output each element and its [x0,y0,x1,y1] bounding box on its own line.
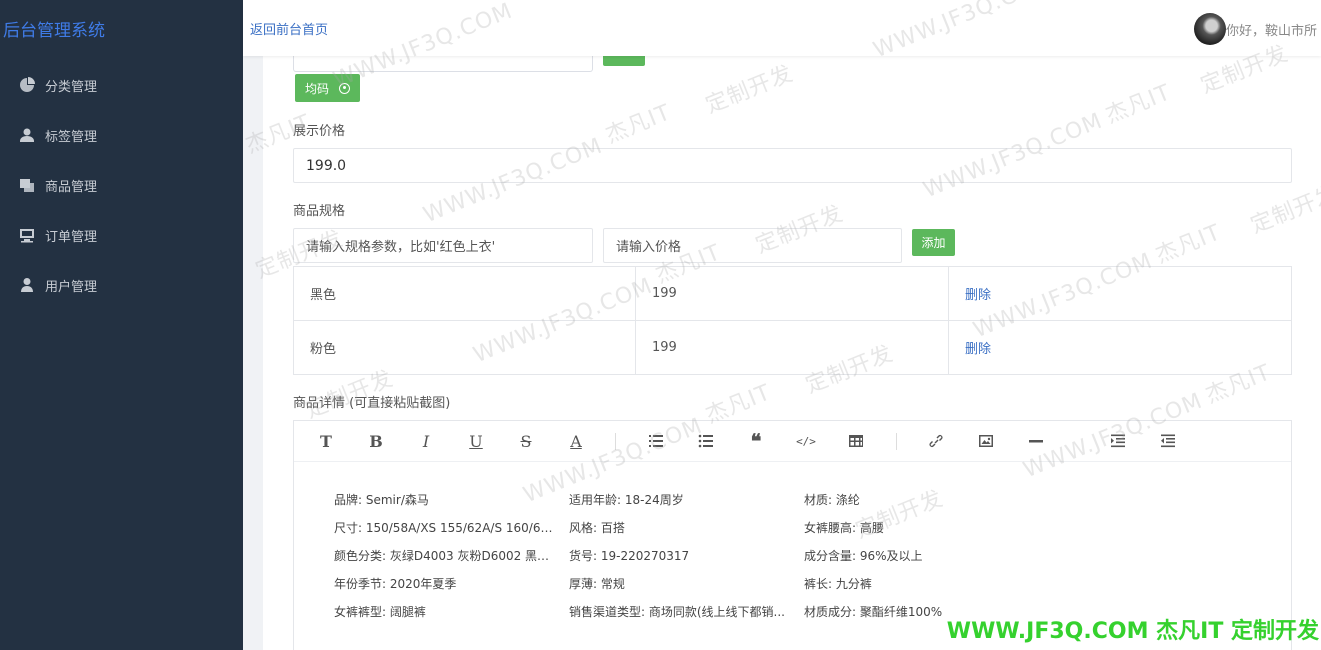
underline-icon[interactable]: U [464,430,488,452]
detail-attr: 女裤腰高: 高腰 [804,521,884,535]
table-icon[interactable] [844,430,868,452]
image-icon[interactable] [974,430,998,452]
detail-row: 颜色分类: 灰绿D4003 灰粉D6002 黑色... 货号: 19-22027… [334,547,974,575]
content-gutter [243,56,263,650]
avatar[interactable] [1193,13,1226,45]
spec-price-input[interactable]: 请输入价格 [603,228,902,263]
size-input-partial[interactable] [293,56,593,72]
sidebar-item-label: 商品管理 [45,179,98,195]
spec-name-cell: 黑色 [293,266,636,321]
ordered-list-icon[interactable] [644,430,668,452]
goods-icon [18,176,36,194]
user-icon [18,276,36,294]
category-icon [18,76,36,94]
detail-attr: 女裤裤型: 阔腿裤 [334,605,426,619]
display-price-input[interactable]: 199.0 [293,148,1292,183]
outdent-icon[interactable] [1156,430,1180,452]
detail-attr: 适用年龄: 18-24周岁 [569,493,684,507]
add-spec-button[interactable]: 添加 [912,229,955,256]
toolbar-divider [896,433,897,450]
size-tag[interactable]: 均码 [295,74,361,102]
detail-attr: 裤长: 九分裤 [804,577,872,591]
size-tag-label: 均码 [305,81,330,96]
sidebar-item-label: 标签管理 [45,129,98,145]
sidebar-item-users[interactable]: 用户管理 [0,260,243,310]
sidebar-item-tags[interactable]: 标签管理 [0,110,243,160]
table-row: 黑色 199 删除 [293,266,1292,321]
detail-attr: 品牌: Semir/森马 [334,493,429,507]
size-add-button-partial[interactable] [603,56,645,66]
title-icon[interactable]: T [314,430,338,452]
unordered-list-icon[interactable] [694,430,718,452]
detail-attr: 年份季节: 2020年夏季 [334,577,457,591]
detail-attr: 货号: 19-220270317 [569,549,690,563]
detail-attr: 尺寸: 150/58A/XS 155/62A/S 160/66A/... [334,521,569,535]
detail-row: 年份季节: 2020年夏季 厚薄: 常规 裤长: 九分裤 [334,575,974,603]
delete-spec-link[interactable]: 删除 [965,342,991,357]
display-price-label: 展示价格 [293,124,346,139]
toolbar-divider [615,433,616,450]
detail-attr: 厚薄: 常规 [569,577,625,591]
user-greeting: 你好，鞍山市所 [1225,23,1317,39]
sidebar-item-orders[interactable]: 订单管理 [0,210,243,260]
spec-action-cell: 删除 [948,320,1292,375]
strikethrough-icon[interactable]: S [514,430,538,452]
sidebar-item-label: 分类管理 [45,79,98,95]
goods-edit-form: 均码 展示价格 199.0 商品规格 请输入规格参数，比如'红色上衣' 请输入价… [263,56,1321,650]
detail-attr: 成分含量: 96%及以上 [804,549,923,563]
spec-table: 黑色 199 删除 粉色 199 删除 [293,266,1292,375]
remove-tag-icon[interactable] [339,82,351,94]
detail-label: 商品详情 (可直接粘贴截图) [293,396,451,411]
editor-toolbar: T B I U S A ❝ </> [294,421,1291,462]
sidebar: 后台管理系统 分类管理 标签管理 商品管理 订单管理 用户管理 [0,0,243,650]
spec-action-cell: 删除 [948,266,1292,321]
indent-icon[interactable] [1106,430,1130,452]
top-header: 返回前台首页 你好，鞍山市所 [243,0,1321,56]
spec-price-cell: 199 [635,320,949,375]
font-color-icon[interactable]: A [564,430,588,452]
back-to-home-link[interactable]: 返回前台首页 [250,19,328,38]
spec-param-input[interactable]: 请输入规格参数，比如'红色上衣' [293,228,593,263]
table-row: 粉色 199 删除 [293,320,1292,375]
detail-row: 品牌: Semir/森马 适用年龄: 18-24周岁 材质: 涤纶 [334,491,974,519]
tag-user-icon [18,126,36,144]
order-icon [18,226,36,244]
detail-attr: 颜色分类: 灰绿D4003 灰粉D6002 黑色... [334,549,561,563]
product-detail-attributes: 品牌: Semir/森马 适用年龄: 18-24周岁 材质: 涤纶 尺寸: 15… [334,491,974,631]
code-icon[interactable]: </> [794,430,818,452]
spec-name-cell: 粉色 [293,320,636,375]
bold-icon[interactable]: B [364,430,388,452]
watermark-footer: WWW.JF3Q.COM 杰凡IT 定制开发 [946,619,1319,644]
user-menu[interactable]: 你好，鞍山市所 [1193,13,1317,45]
sidebar-item-label: 用户管理 [45,279,98,295]
sidebar-item-goods[interactable]: 商品管理 [0,160,243,210]
link-icon[interactable] [924,430,948,452]
horizontal-rule-icon[interactable] [1024,430,1048,452]
detail-attr: 销售渠道类型: 商场同款(线上线下都销... [569,605,785,619]
app-title: 后台管理系统 [3,21,105,41]
detail-row: 女裤裤型: 阔腿裤 销售渠道类型: 商场同款(线上线下都销... 材质成分: 聚… [334,603,974,631]
detail-attr: 风格: 百搭 [569,521,625,535]
sidebar-item-label: 订单管理 [45,229,98,245]
quote-icon[interactable]: ❝ [744,429,768,453]
italic-icon[interactable]: I [414,430,438,452]
sidebar-nav: 分类管理 标签管理 商品管理 订单管理 用户管理 [0,60,243,310]
spec-price-cell: 199 [635,266,949,321]
sidebar-item-category[interactable]: 分类管理 [0,60,243,110]
detail-attr: 材质: 涤纶 [804,493,860,507]
detail-row: 尺寸: 150/58A/XS 155/62A/S 160/66A/... 风格:… [334,519,974,547]
spec-label: 商品规格 [293,204,346,219]
delete-spec-link[interactable]: 删除 [965,288,991,303]
